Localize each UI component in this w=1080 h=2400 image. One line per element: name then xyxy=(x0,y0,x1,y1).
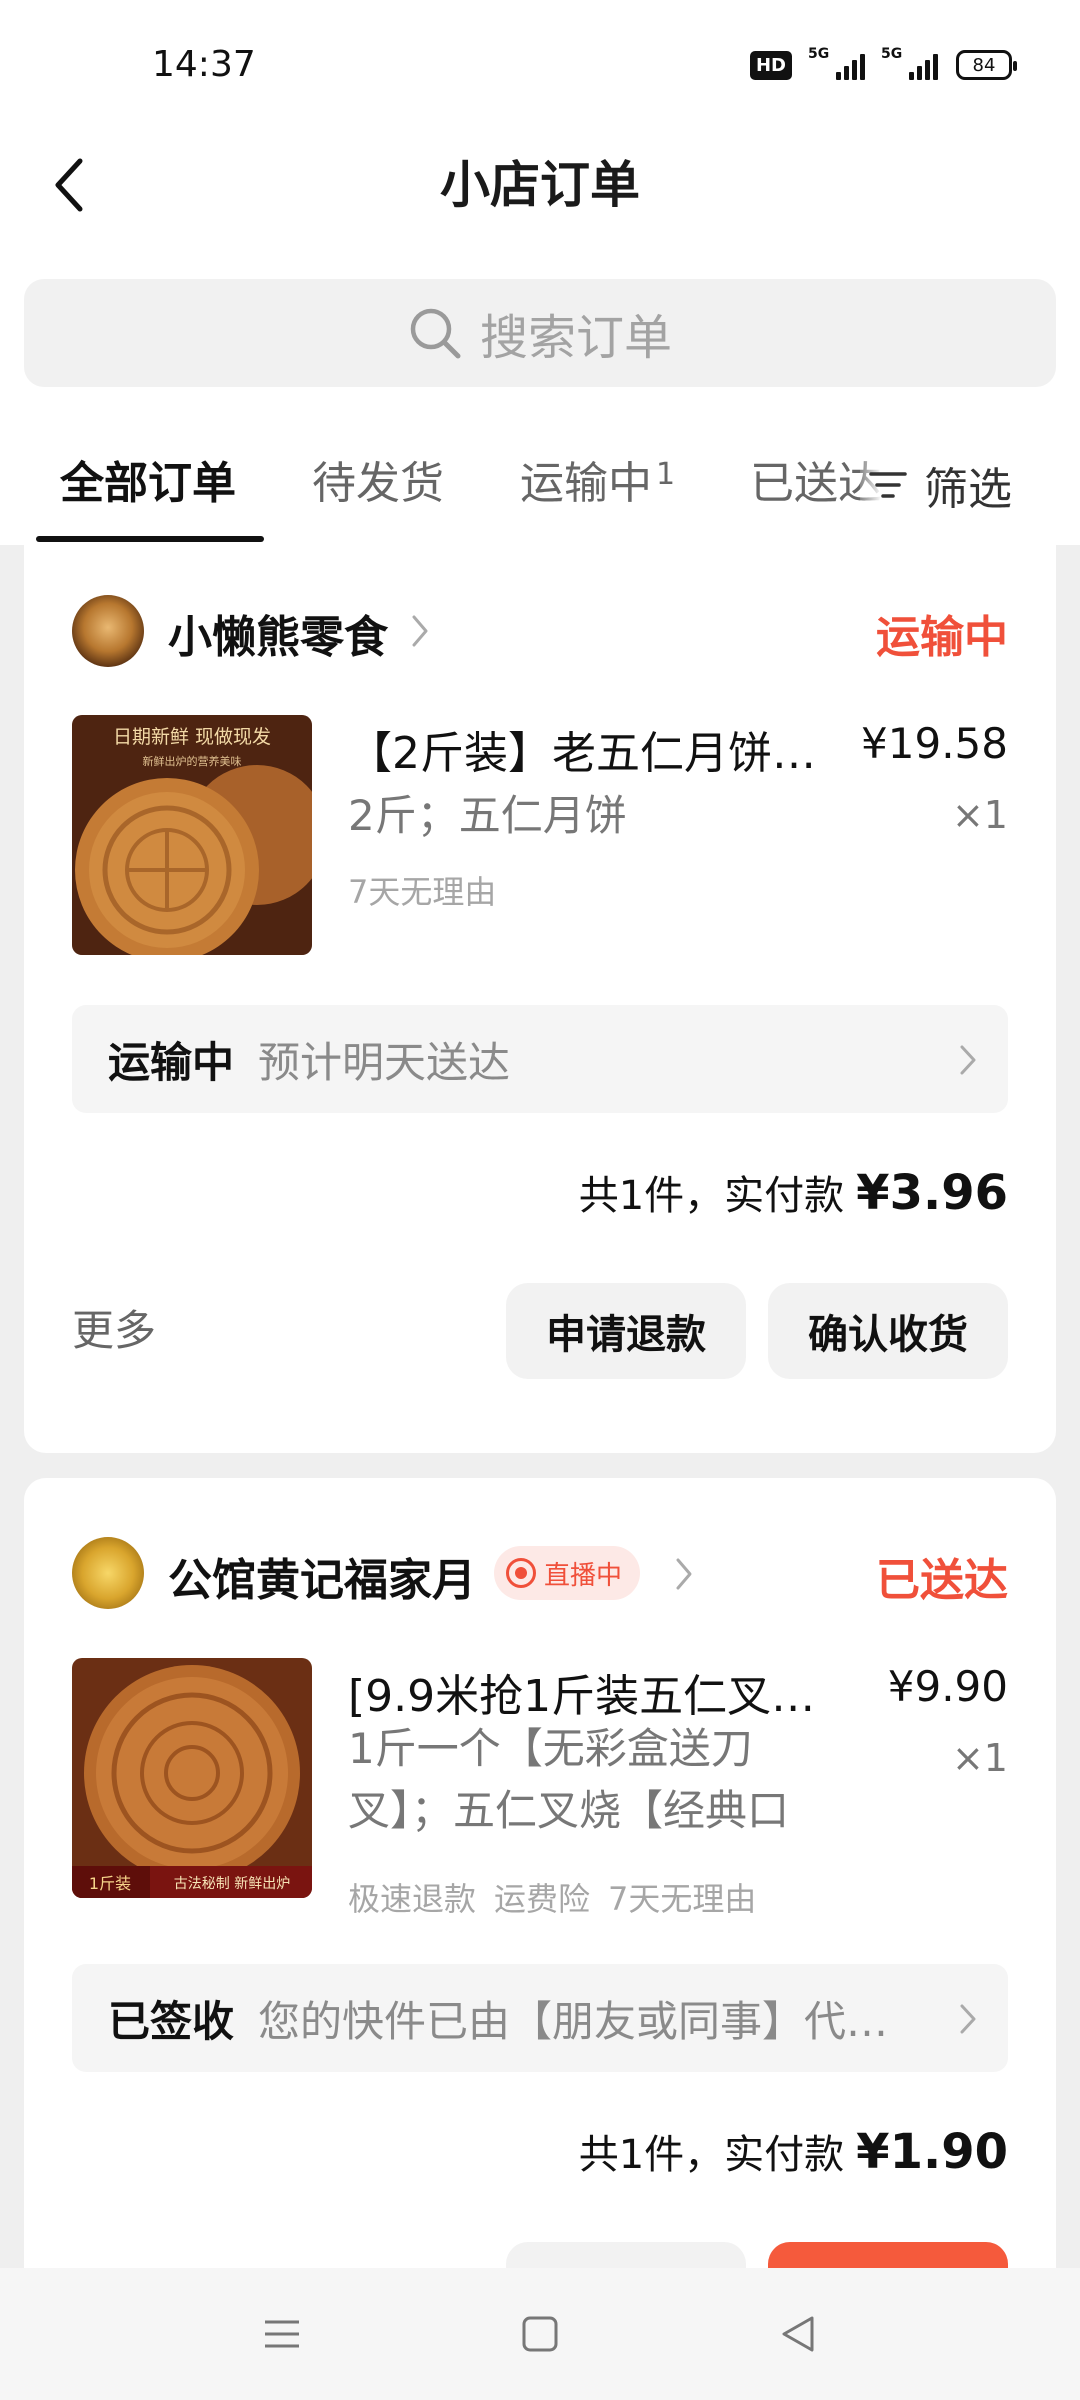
menu-icon xyxy=(265,2320,299,2348)
tab-pending-shipment[interactable]: 待发货 xyxy=(312,447,444,511)
page-title: 小店订单 xyxy=(440,156,640,214)
battery-icon: 84 xyxy=(956,50,1017,80)
image-caption: 日期新鲜 现做现发 xyxy=(113,726,271,748)
filter-button[interactable]: 筛选 xyxy=(860,425,1080,545)
chevron-right-icon xyxy=(676,1558,692,1590)
chevron-right-icon xyxy=(412,615,428,647)
tracking-row[interactable]: 运输中 预计明天送达 xyxy=(72,1005,1008,1113)
search-placeholder: 搜索订单 xyxy=(479,310,672,366)
chevron-right-icon xyxy=(960,2004,976,2034)
system-nav-bar xyxy=(0,2268,1080,2400)
total-label: 共1件，实付款 xyxy=(578,2132,845,2178)
product-quantity: ×1 xyxy=(951,1736,1008,1780)
service-tags: 7天无理由 xyxy=(348,867,496,913)
order-card[interactable]: 公馆黄记福家月 直播中 已送达 1斤装 古法秘制 新鲜出炉 [9.9米抢1斤装五… xyxy=(24,1478,1056,2268)
live-label: 直播中 xyxy=(544,1560,623,1591)
service-tag: 7天无理由 xyxy=(348,873,497,911)
signal-icon: 5G xyxy=(881,46,938,80)
shop-logo xyxy=(72,1537,144,1609)
service-tag: 运费险 xyxy=(494,1880,591,1918)
order-status: 运输中 xyxy=(876,612,1008,663)
image-corner-label: 1斤装 xyxy=(89,1874,131,1893)
tab-all-orders[interactable]: 全部订单 xyxy=(60,447,236,511)
product-image[interactable]: 1斤装 古法秘制 新鲜出炉 xyxy=(72,1658,312,1898)
search-icon xyxy=(410,308,461,359)
live-icon xyxy=(506,1558,536,1588)
status-bar: 14:37 HD 5G 5G 84 xyxy=(0,0,1080,135)
chevron-right-icon xyxy=(960,1045,976,1075)
tracking-status: 运输中 xyxy=(108,1037,235,1087)
total-amount: ¥3.96 xyxy=(856,1165,1008,1221)
primary-action-button[interactable] xyxy=(768,2242,1008,2268)
service-tags: 极速退款 运费险 7天无理由 xyxy=(348,1874,756,1920)
image-banner: 古法秘制 新鲜出炉 xyxy=(174,1876,290,1892)
back-triangle-icon xyxy=(782,2316,814,2352)
refund-button[interactable]: 申请退款 xyxy=(506,1283,746,1379)
order-total: 共1件，实付款 ¥1.90 xyxy=(579,2122,1008,2180)
back-nav-button[interactable] xyxy=(768,2304,828,2364)
confirm-receipt-button[interactable]: 确认收货 xyxy=(768,1283,1008,1379)
active-tab-indicator xyxy=(36,536,264,542)
tracking-desc: 您的快件已由【朋友或同事】代签收 xyxy=(258,1996,899,2046)
tracking-row[interactable]: 已签收 您的快件已由【朋友或同事】代签收 xyxy=(72,1964,1008,2072)
total-label: 共1件，实付款 xyxy=(578,1173,845,1219)
signal-label: 5G xyxy=(881,46,903,62)
live-badge[interactable]: 直播中 xyxy=(494,1546,641,1600)
tab-label: 运输中 xyxy=(520,458,652,509)
product-spec: 2斤；五仁月饼 xyxy=(348,791,627,840)
product-price: ¥19.58 xyxy=(861,719,1008,768)
product-spec: 1斤一个【无彩盒送刀叉】；五仁叉烧【经典口味】 xyxy=(348,1724,790,1835)
order-total: 共1件，实付款 ¥3.96 xyxy=(579,1163,1008,1221)
order-tabs: 全部订单 待发货 运输中 1 已送达 筛选 xyxy=(0,425,1080,545)
more-button[interactable]: 更多 xyxy=(72,1297,156,1358)
search-input[interactable]: 搜索订单 xyxy=(24,279,1056,387)
menu-button[interactable] xyxy=(252,2304,312,2364)
shop-name[interactable]: 公馆黄记福家月 xyxy=(168,1544,476,1608)
signal-label: 5G xyxy=(808,46,830,62)
nav-bar: 小店订单 xyxy=(0,135,1080,235)
system-icons: HD 5G 5G 84 xyxy=(749,46,1017,80)
mooncake-image: 日期新鲜 现做现发 新鲜出炉的营养美味 xyxy=(72,715,312,955)
product-quantity: ×1 xyxy=(951,793,1008,837)
tracking-desc: 预计明天送达 xyxy=(258,1037,511,1087)
filter-label: 筛选 xyxy=(924,464,1012,515)
image-subcaption: 新鲜出炉的营养美味 xyxy=(143,754,242,768)
service-tag: 7天无理由 xyxy=(608,1880,757,1918)
tracking-status: 已签收 xyxy=(108,1996,235,2046)
status-time: 14:37 xyxy=(152,44,256,85)
total-amount: ¥1.90 xyxy=(856,2124,1008,2180)
filter-icon xyxy=(869,472,907,498)
mooncake-image: 1斤装 古法秘制 新鲜出炉 xyxy=(72,1658,312,1898)
home-square-icon xyxy=(522,2316,558,2352)
signal-icon: 5G xyxy=(808,46,865,80)
order-card[interactable]: 小懒熊零食 运输中 日期新鲜 现做现发 新鲜出炉的营养美味 【2斤装】老五仁月饼… xyxy=(24,545,1056,1453)
product-image[interactable]: 日期新鲜 现做现发 新鲜出炉的营养美味 xyxy=(72,715,312,955)
product-title[interactable]: 【2斤装】老五仁月饼传统糕点 xyxy=(348,717,848,781)
shop-logo xyxy=(72,595,144,667)
service-tag: 极速退款 xyxy=(348,1880,477,1918)
home-button[interactable] xyxy=(510,2304,570,2364)
secondary-action-button[interactable] xyxy=(506,2242,746,2268)
tab-count-badge: 1 xyxy=(656,457,676,492)
hd-icon: HD xyxy=(749,50,792,80)
tab-in-transit[interactable]: 运输中 1 xyxy=(520,447,675,511)
shop-name[interactable]: 小懒熊零食 xyxy=(168,601,388,665)
product-price: ¥9.90 xyxy=(887,1662,1008,1711)
order-status: 已送达 xyxy=(876,1555,1008,1606)
product-title[interactable]: [9.9米抢1斤装五仁叉烧月饼 xyxy=(348,1660,848,1724)
